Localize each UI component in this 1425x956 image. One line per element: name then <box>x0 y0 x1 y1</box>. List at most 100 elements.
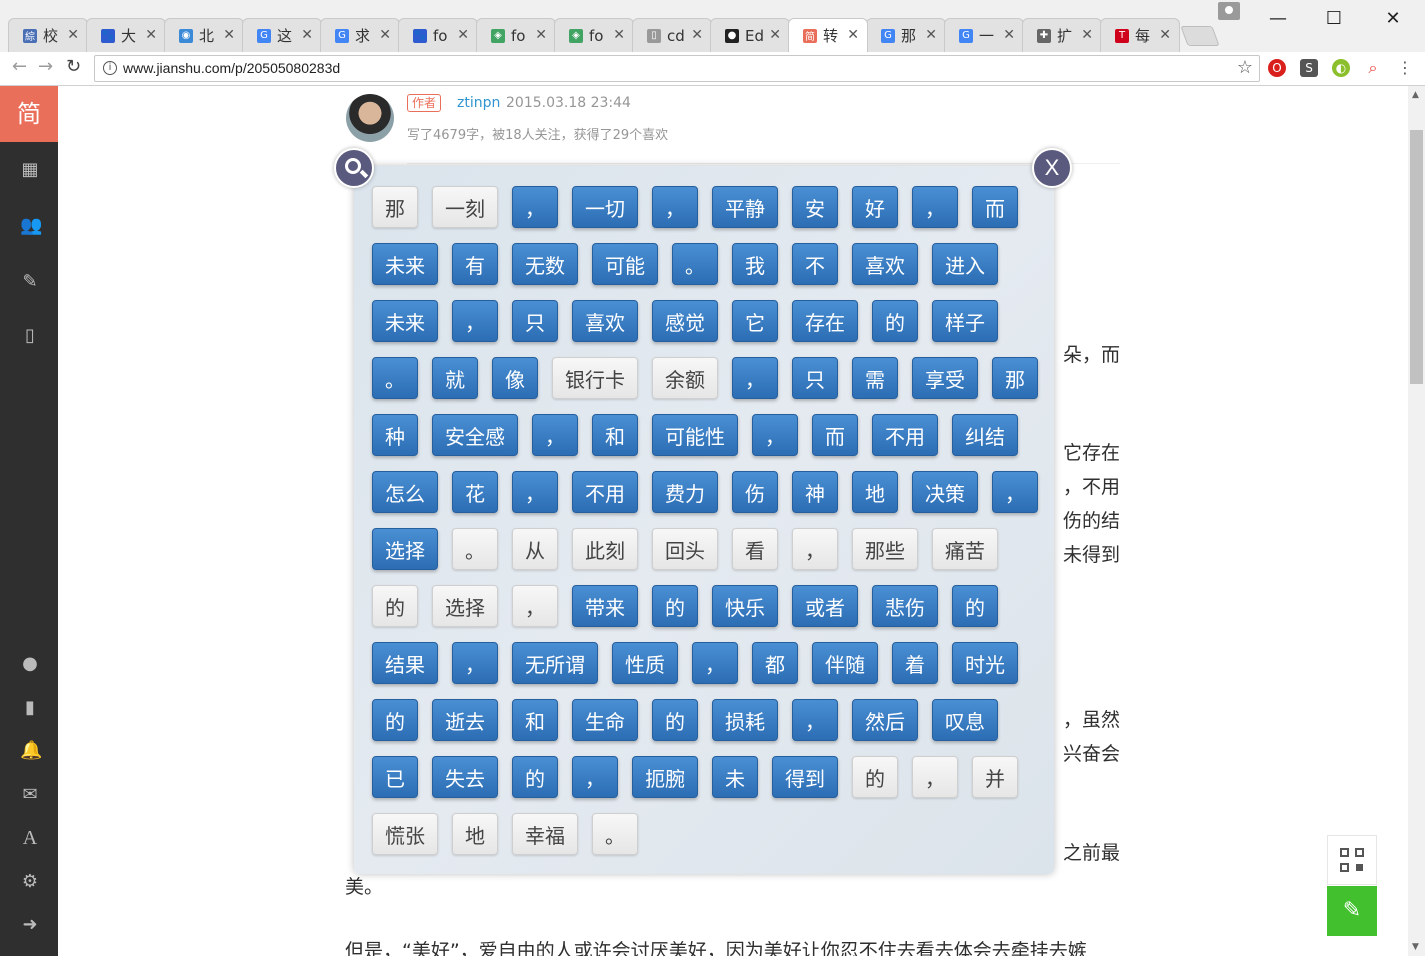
word-token[interactable]: 选择 <box>372 528 438 570</box>
word-token[interactable]: 并 <box>972 756 1018 798</box>
scroll-up-icon[interactable]: ▲ <box>1412 90 1419 100</box>
word-token[interactable]: 余额 <box>652 357 718 399</box>
tab-close-icon[interactable]: ✕ <box>1081 27 1093 43</box>
word-token[interactable]: 未 <box>712 756 758 798</box>
qr-code-button[interactable] <box>1327 835 1377 885</box>
word-token[interactable]: ， <box>792 528 838 570</box>
word-token[interactable]: 只 <box>792 357 838 399</box>
word-token[interactable]: 无数 <box>512 243 578 285</box>
word-token[interactable]: 带来 <box>572 585 638 627</box>
bookmark-icon[interactable]: ▮ <box>20 698 40 718</box>
browser-tab[interactable]: ◉ 北 ✕ <box>164 18 244 52</box>
back-icon[interactable]: ← <box>12 56 27 77</box>
word-token[interactable]: ， <box>532 414 578 456</box>
new-tab-button[interactable] <box>1180 26 1220 46</box>
word-token[interactable]: 银行卡 <box>552 357 638 399</box>
scroll-down-icon[interactable]: ▼ <box>1412 942 1419 952</box>
word-token[interactable]: 未来 <box>372 300 438 342</box>
word-token[interactable]: 地 <box>852 471 898 513</box>
overlay-close-button[interactable]: X <box>1032 148 1072 188</box>
word-token[interactable]: 。 <box>672 243 718 285</box>
tab-close-icon[interactable]: ✕ <box>223 27 235 43</box>
browser-tab[interactable]: ✚ 扩 ✕ <box>1022 18 1102 52</box>
mail-icon[interactable]: ✉ <box>20 785 40 805</box>
address-bar[interactable]: i www.jianshu.com/p/20505080283d ☆ <box>94 55 1260 82</box>
word-token[interactable]: 的 <box>872 300 918 342</box>
browser-tab[interactable]: ● Ed ✕ <box>710 18 790 52</box>
word-token[interactable]: 从 <box>512 528 558 570</box>
user-icon[interactable]: ● <box>20 654 40 674</box>
bell-icon[interactable]: 🔔 <box>20 741 42 761</box>
site-logo[interactable]: 简 <box>0 86 58 142</box>
word-token[interactable]: 痛苦 <box>932 528 998 570</box>
window-close-button[interactable]: ✕ <box>1373 6 1413 32</box>
word-token[interactable]: 怎么 <box>372 471 438 513</box>
url-text[interactable]: www.jianshu.com/p/20505080283d <box>123 60 340 76</box>
word-token[interactable]: 那些 <box>852 528 918 570</box>
word-token[interactable]: 感觉 <box>652 300 718 342</box>
word-token[interactable]: ， <box>452 642 498 684</box>
tab-close-icon[interactable]: ✕ <box>145 27 157 43</box>
word-token[interactable]: 不用 <box>572 471 638 513</box>
word-token[interactable]: 的 <box>852 756 898 798</box>
settings-icon[interactable]: ⚙ <box>20 872 40 892</box>
word-token[interactable]: 。 <box>452 528 498 570</box>
font-icon[interactable]: A <box>20 828 40 848</box>
word-token[interactable]: 和 <box>512 699 558 741</box>
word-token[interactable]: ， <box>992 471 1038 513</box>
word-token[interactable]: 伤 <box>732 471 778 513</box>
word-token[interactable]: 好 <box>852 186 898 228</box>
browser-tab[interactable]: ▯ cd ✕ <box>632 18 712 52</box>
word-token[interactable]: 失去 <box>432 756 498 798</box>
author-avatar[interactable] <box>346 94 394 142</box>
search-extension-icon[interactable]: ⌕ <box>1364 59 1382 77</box>
word-token[interactable]: ， <box>512 471 558 513</box>
word-token[interactable]: 伴随 <box>812 642 878 684</box>
tab-close-icon[interactable]: ✕ <box>457 27 469 43</box>
info-icon[interactable]: i <box>103 61 117 75</box>
bookmark-star-icon[interactable]: ☆ <box>1237 57 1253 78</box>
word-token[interactable]: 的 <box>652 585 698 627</box>
word-token[interactable]: 需 <box>852 357 898 399</box>
minimize-button[interactable]: — <box>1258 6 1298 32</box>
word-token[interactable]: 结果 <box>372 642 438 684</box>
word-token[interactable]: 种 <box>372 414 418 456</box>
word-token[interactable]: 神 <box>792 471 838 513</box>
word-token[interactable]: ， <box>792 699 838 741</box>
browser-tab[interactable]: ◈ fo ✕ <box>476 18 556 52</box>
word-token[interactable]: 无所谓 <box>512 642 598 684</box>
browser-tab[interactable]: T 每 ✕ <box>1100 18 1180 52</box>
word-token[interactable]: 逝去 <box>432 699 498 741</box>
tab-close-icon[interactable]: ✕ <box>1159 27 1171 43</box>
word-token[interactable]: 不 <box>792 243 838 285</box>
pencil-icon[interactable]: ✎ <box>20 272 40 292</box>
word-token[interactable]: 回头 <box>652 528 718 570</box>
tab-close-icon[interactable]: ✕ <box>847 27 859 43</box>
word-token[interactable]: 安全感 <box>432 414 518 456</box>
word-token[interactable]: 一刻 <box>432 186 498 228</box>
users-icon[interactable]: 👥 <box>20 216 42 236</box>
word-token[interactable]: 或者 <box>792 585 858 627</box>
word-token[interactable]: 看 <box>732 528 778 570</box>
word-token[interactable]: 。 <box>372 357 418 399</box>
word-token[interactable]: 费力 <box>652 471 718 513</box>
word-token[interactable]: 安 <box>792 186 838 228</box>
word-token[interactable]: 的 <box>372 699 418 741</box>
word-token[interactable]: 喜欢 <box>572 300 638 342</box>
search-button[interactable] <box>334 148 374 188</box>
maximize-button[interactable]: ☐ <box>1314 6 1354 32</box>
browser-tab[interactable]: G 这 ✕ <box>242 18 322 52</box>
browser-tab[interactable]: 🐾 大 ✕ <box>86 18 166 52</box>
word-token[interactable]: ， <box>652 186 698 228</box>
browser-tab[interactable]: G 那 ✕ <box>866 18 946 52</box>
translate-extension-icon[interactable]: ◐ <box>1332 59 1350 77</box>
tab-close-icon[interactable]: ✕ <box>301 27 313 43</box>
word-token[interactable]: 慌张 <box>372 813 438 855</box>
word-token[interactable]: ， <box>692 642 738 684</box>
word-token[interactable]: 的 <box>512 756 558 798</box>
word-token[interactable]: 的 <box>652 699 698 741</box>
word-token[interactable]: 像 <box>492 357 538 399</box>
word-token[interactable]: ， <box>752 414 798 456</box>
word-token[interactable]: ， <box>912 186 958 228</box>
forward-icon[interactable]: → <box>38 56 53 77</box>
